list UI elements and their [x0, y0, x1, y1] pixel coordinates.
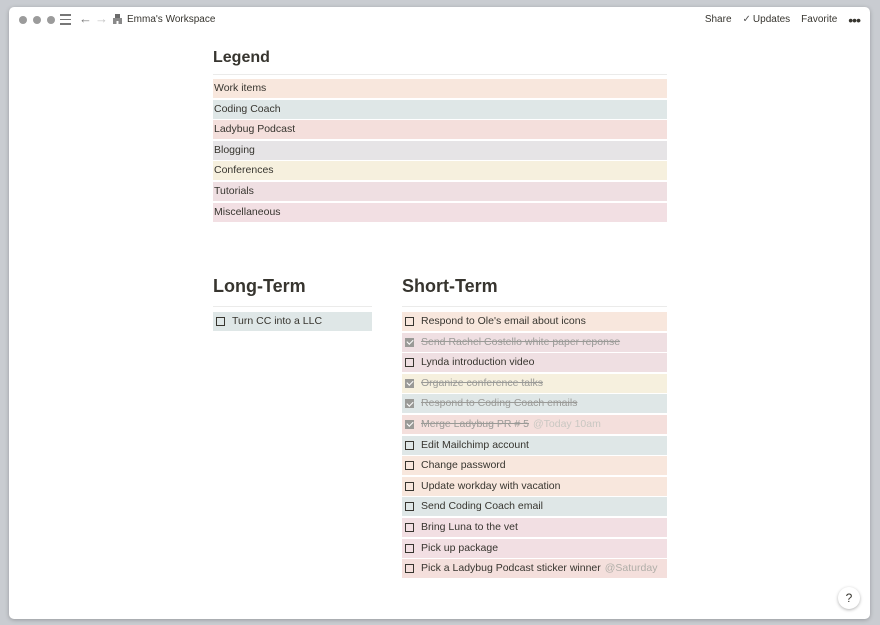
- legend-item[interactable]: Work items: [213, 79, 667, 98]
- long-term-divider: [213, 306, 372, 307]
- long-term-heading[interactable]: Long-Term: [213, 276, 306, 297]
- top-bar: ← → Emma's Workspace Share ✓ Updates Favo…: [9, 7, 870, 33]
- checkbox[interactable]: [216, 317, 225, 326]
- todo-text: Pick up package: [421, 541, 499, 554]
- help-button[interactable]: ?: [838, 587, 860, 609]
- checkbox[interactable]: [405, 440, 414, 450]
- todo-item[interactable]: Respond to Coding Coach emails: [402, 394, 667, 414]
- app-window: ← → Emma's Workspace Share ✓ Updates Favo…: [9, 7, 870, 619]
- close-window-button[interactable]: [19, 16, 27, 24]
- favorite-button[interactable]: Favorite: [801, 13, 837, 27]
- todo-item[interactable]: Merge Ladybug PR # 5 @Today 10am: [402, 414, 667, 434]
- legend-divider: [213, 74, 667, 75]
- legend-item[interactable]: Conferences: [213, 161, 667, 181]
- todo-text: Pick a Ladybug Podcast sticker winner: [421, 562, 601, 575]
- todo-text: Send Rachel Costello white paper reponse: [421, 335, 621, 348]
- back-arrow-icon[interactable]: ←: [79, 11, 92, 27]
- menu-icon[interactable]: [60, 14, 71, 25]
- maximize-window-button[interactable]: [47, 16, 55, 24]
- todo-text: Change password: [421, 459, 506, 472]
- share-button[interactable]: Share: [705, 13, 732, 27]
- window-controls: [19, 16, 55, 24]
- todo-text: Respond to Coding Coach emails: [421, 397, 578, 410]
- todo-text: Respond to Ole's email about icons: [421, 315, 586, 327]
- todo-item[interactable]: Lynda introduction video: [402, 353, 667, 373]
- legend-list: Work items Coding Coach Ladybug Podcast Blo…: [213, 79, 667, 223]
- more-options-icon[interactable]: •••: [848, 13, 861, 27]
- checkbox[interactable]: [405, 502, 414, 512]
- checkbox[interactable]: [405, 358, 414, 368]
- todo-item[interactable]: Send Coding Coach email: [402, 497, 667, 517]
- checkbox[interactable]: [405, 543, 414, 553]
- forward-arrow-icon[interactable]: →: [95, 11, 108, 27]
- checkbox[interactable]: [405, 522, 414, 532]
- todo-item[interactable]: Update workday with vacation: [402, 476, 667, 496]
- updates-label: Updates: [752, 14, 791, 25]
- todo-text: Edit Mailchimp account: [421, 438, 529, 451]
- checkbox[interactable]: [405, 461, 414, 471]
- minimize-window-button[interactable]: [33, 16, 41, 24]
- todo-text: Organize conference talks: [421, 376, 543, 389]
- todo-item[interactable]: Bring Luna to the vet: [402, 517, 667, 537]
- checked-checkbox[interactable]: [405, 378, 414, 388]
- long-term-todo-list: Turn CC into a LLC: [213, 312, 372, 333]
- date-mention[interactable]: @Today 10am: [533, 415, 601, 434]
- todo-item[interactable]: Edit Mailchimp account: [402, 435, 667, 455]
- legend-item[interactable]: Blogging: [213, 140, 667, 160]
- todo-item[interactable]: Organize conference talks: [402, 373, 667, 393]
- todo-item[interactable]: Turn CC into a LLC: [213, 312, 372, 331]
- legend-item[interactable]: Ladybug Podcast: [213, 120, 667, 140]
- legend-heading[interactable]: Legend: [213, 49, 270, 67]
- checkbox[interactable]: [405, 564, 414, 574]
- legend-item[interactable]: Miscellaneous: [213, 202, 667, 222]
- short-term-todo-list: Respond to Ole's email about icons Send R…: [402, 312, 667, 580]
- checked-checkbox[interactable]: [405, 419, 414, 429]
- todo-item[interactable]: Pick a Ladybug Podcast sticker winner @Sa…: [402, 559, 667, 579]
- todo-text: Update workday with vacation: [421, 479, 561, 492]
- todo-text: Turn CC into a LLC: [232, 315, 323, 327]
- short-term-divider: [402, 306, 667, 307]
- short-term-heading[interactable]: Short-Term: [402, 276, 498, 297]
- checkbox[interactable]: [405, 317, 414, 326]
- todo-item[interactable]: Send Rachel Costello white paper reponse: [402, 332, 667, 352]
- legend-item[interactable]: Coding Coach: [213, 99, 667, 119]
- checkmark-icon: ✓: [742, 14, 751, 25]
- updates-button[interactable]: ✓ Updates: [743, 13, 791, 27]
- workspace-title[interactable]: Emma's Workspace: [127, 13, 215, 27]
- date-mention[interactable]: @Saturday: [605, 559, 658, 578]
- topbar-actions: Share ✓ Updates Favorite •••: [705, 13, 861, 27]
- todo-item[interactable]: Change password: [402, 456, 667, 476]
- workspace-building-icon: [113, 14, 122, 24]
- checked-checkbox[interactable]: [405, 337, 414, 347]
- checkbox[interactable]: [405, 481, 414, 491]
- todo-item[interactable]: Pick up package: [402, 538, 667, 558]
- todo-item[interactable]: Respond to Ole's email about icons: [402, 312, 667, 331]
- legend-item[interactable]: Tutorials: [213, 181, 667, 201]
- todo-text: Bring Luna to the vet: [421, 520, 518, 533]
- checked-checkbox[interactable]: [405, 399, 414, 409]
- todo-text: Send Coding Coach email: [421, 500, 543, 513]
- todo-text: Merge Ladybug PR # 5: [421, 417, 529, 430]
- todo-text: Lynda introduction video: [421, 356, 535, 369]
